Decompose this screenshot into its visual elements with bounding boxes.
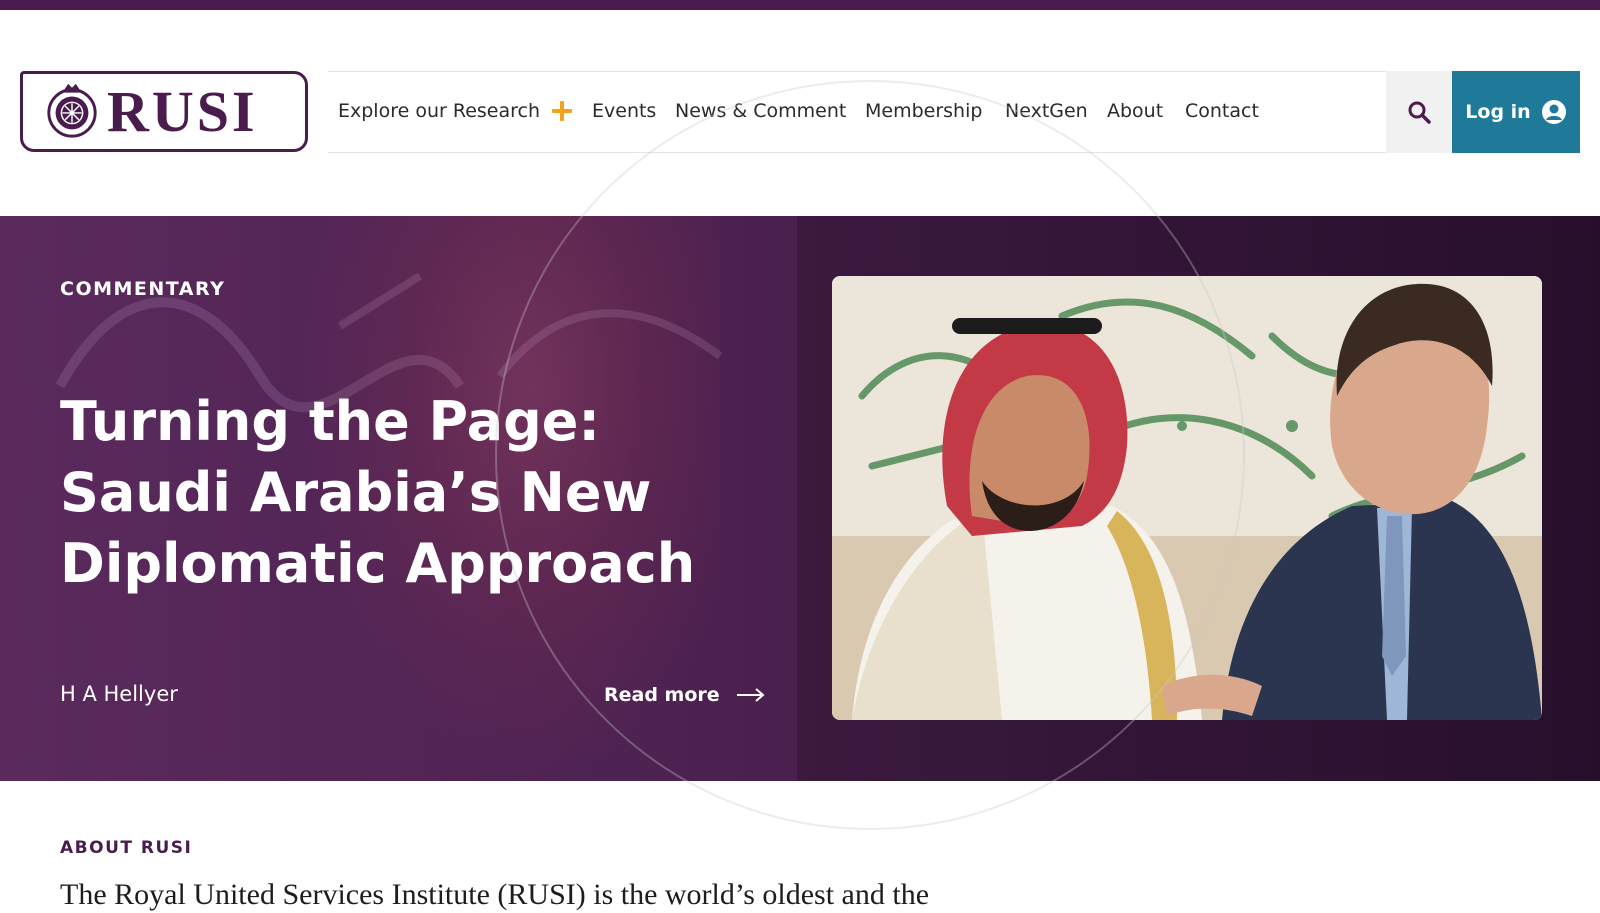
nav-item-explore-research[interactable]: Explore our Research: [338, 100, 573, 122]
search-icon: [1408, 101, 1431, 124]
hero-photo[interactable]: [832, 276, 1542, 720]
nav-item-nextgen[interactable]: NextGen: [1005, 100, 1088, 122]
top-brand-stripe: [0, 0, 1600, 10]
read-more-link[interactable]: Read more: [604, 684, 766, 706]
hero-author[interactable]: H A Hellyer: [60, 682, 178, 706]
site-header: RUSI Explore our Research Events News & …: [0, 10, 1600, 216]
nav-item-label: Explore our Research: [338, 100, 541, 122]
nav-item-contact[interactable]: Contact: [1185, 100, 1259, 122]
nav-item-label: NextGen: [1005, 100, 1088, 122]
arrow-right-icon: [736, 688, 765, 702]
logo-wordmark: RUSI: [107, 79, 258, 144]
nav-item-news-comment[interactable]: News & Comment: [675, 100, 846, 122]
plus-icon: [552, 101, 573, 121]
hero-banner: COMMENTARY Turning the Page: Saudi Arabi…: [0, 216, 1600, 781]
rusi-crest-icon: [47, 83, 97, 138]
hero-category-tag[interactable]: COMMENTARY: [60, 278, 225, 300]
nav-item-label: Membership: [865, 100, 983, 122]
search-button[interactable]: [1386, 71, 1452, 153]
nav-item-label: Contact: [1185, 100, 1259, 122]
nav-item-label: About: [1107, 100, 1164, 122]
nav-item-events[interactable]: Events: [592, 100, 656, 122]
nav-item-about[interactable]: About: [1107, 100, 1163, 122]
login-label: Log in: [1465, 101, 1531, 123]
nav-item-membership[interactable]: Membership: [865, 100, 982, 122]
user-circle-icon: [1541, 100, 1566, 124]
about-section-text: The Royal United Services Institute (RUS…: [60, 878, 930, 911]
main-navigation: Explore our Research Events News & Comme…: [328, 71, 1386, 153]
nav-item-label: News & Comment: [675, 100, 847, 122]
hero-photo-illustration: [832, 276, 1542, 720]
about-section-label: ABOUT RUSI: [60, 838, 193, 858]
login-button[interactable]: Log in: [1452, 71, 1580, 153]
rusi-logo-link[interactable]: RUSI: [20, 71, 308, 152]
hero-headline[interactable]: Turning the Page: Saudi Arabia’s New Dip…: [60, 386, 740, 599]
nav-item-label: Events: [592, 100, 657, 122]
read-more-label: Read more: [604, 684, 720, 706]
